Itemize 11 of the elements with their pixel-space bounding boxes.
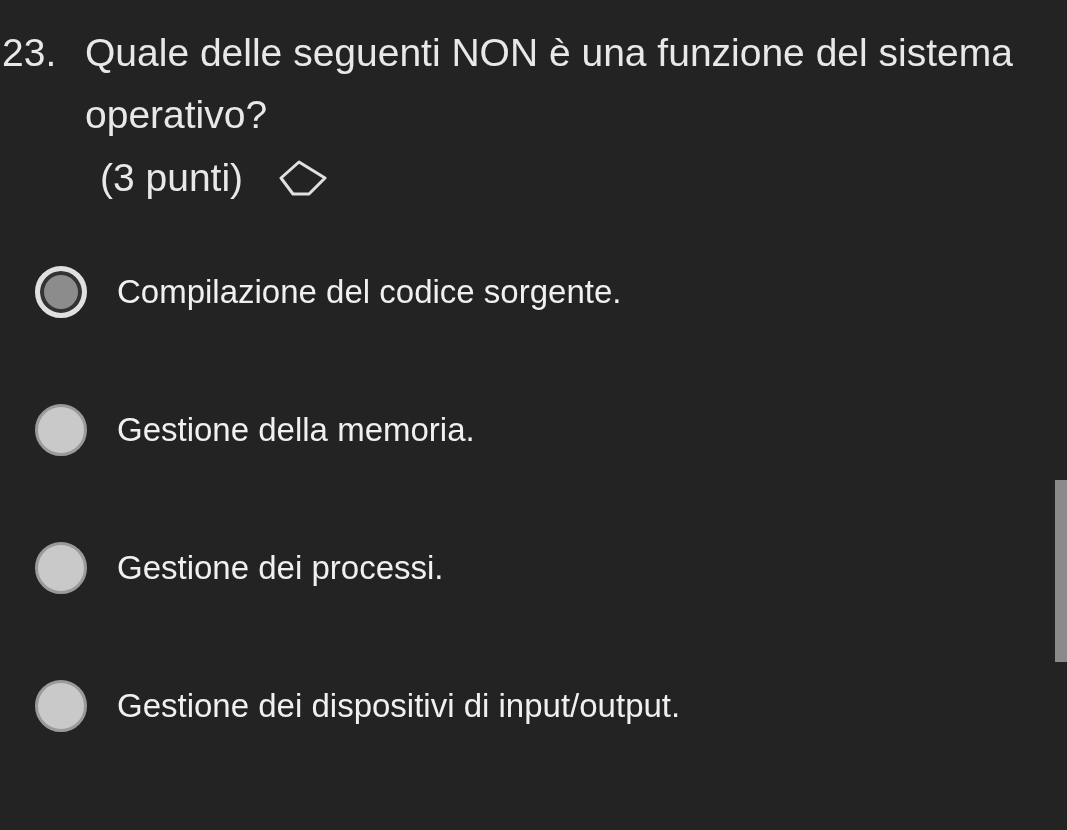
option-label: Gestione dei dispositivi di input/output. (117, 687, 681, 725)
option-label: Compilazione del codice sorgente. (117, 273, 622, 311)
question-text: Quale delle seguenti NON è una funzione del sistema operativo? (85, 30, 1014, 138)
radio-button[interactable] (35, 542, 87, 594)
option-label: Gestione della memoria. (117, 411, 475, 449)
scrollbar[interactable] (1055, 480, 1067, 662)
question-number: 23. (2, 30, 58, 76)
option-label: Gestione dei processi. (117, 549, 444, 587)
radio-button[interactable] (35, 680, 87, 732)
radio-button[interactable] (35, 404, 87, 456)
points-label: (3 punti) (100, 156, 244, 200)
